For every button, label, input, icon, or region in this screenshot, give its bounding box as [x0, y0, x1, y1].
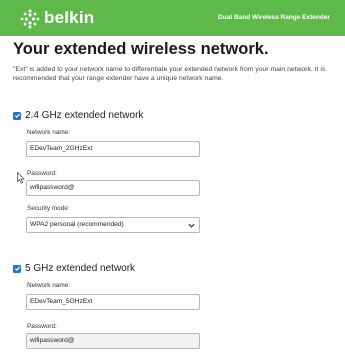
security-mode-value: WPA2 personal (recommended) [30, 221, 124, 228]
page-title: Your extended wireless network. [13, 40, 269, 58]
checkmark-icon [14, 266, 20, 271]
password-24-input[interactable]: wifipassword@ [26, 180, 200, 196]
checkbox-24ghz[interactable] [13, 111, 21, 120]
belkin-dots-logo-icon [20, 9, 40, 29]
section-5ghz-header: 5 GHz extended network [13, 263, 135, 274]
password-24-label: Password: [27, 170, 57, 177]
section-24ghz-title: 2.4 GHz extended network [25, 110, 144, 121]
network-name-5-label: Network name: [27, 282, 70, 289]
intro-text: "Ext" is added to your network name to d… [13, 66, 326, 82]
network-name-5-input[interactable]: EDevTeam_5GHzExt [26, 294, 200, 310]
chevron-down-icon [188, 223, 195, 228]
checkmark-icon [14, 113, 20, 118]
password-5-input[interactable]: wifipassword@ [26, 333, 200, 349]
section-5ghz-title: 5 GHz extended network [25, 263, 136, 274]
checkbox-5ghz[interactable] [13, 264, 21, 273]
network-name-24-input[interactable]: EDevTeam_2GHzExt [26, 141, 200, 157]
section-24ghz-header: 2.4 GHz extended network [13, 110, 143, 121]
product-name: Dual Band Wireless Range Extender [218, 14, 330, 21]
header-bar: belkin Dual Band Wireless Range Extender [0, 0, 345, 36]
mouse-pointer-icon [17, 172, 25, 184]
brand-logo-text: belkin [44, 8, 95, 27]
password-5-label: Password: [27, 323, 57, 330]
network-name-24-label: Network name: [27, 129, 70, 136]
security-mode-select[interactable]: WPA2 personal (recommended) [26, 217, 200, 233]
security-mode-label: Security mode: [27, 205, 70, 212]
